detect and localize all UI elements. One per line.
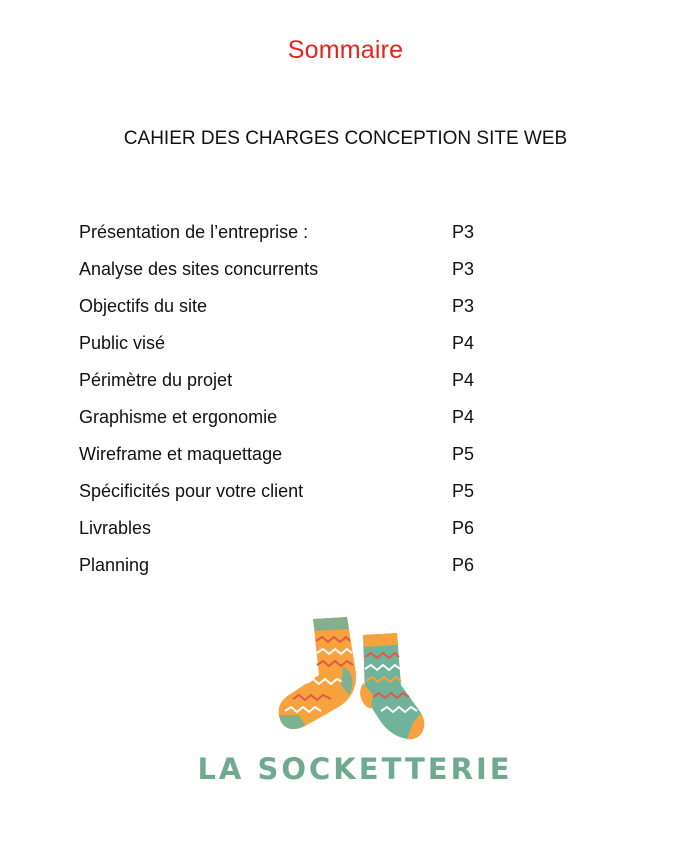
toc-item-page: P3 [452, 259, 475, 279]
document-subtitle: CAHIER DES CHARGES CONCEPTION SITE WEB [123, 128, 568, 149]
toc-item-label: Public visé [79, 333, 166, 353]
toc-item-label: Wireframe et maquettage [79, 444, 283, 464]
teal-sock-icon [360, 633, 425, 740]
toc-item: Wireframe et maquettage P5 [79, 440, 499, 477]
toc-item-page: P6 [452, 555, 475, 575]
table-of-contents: Présentation de l’entreprise : P3 Analys… [79, 218, 499, 588]
orange-sock-icon [278, 617, 357, 730]
toc-item-label: Livrables [79, 518, 152, 538]
toc-item-page: P4 [452, 407, 475, 427]
toc-item: Planning P6 [79, 551, 499, 588]
toc-item-page: P6 [452, 518, 475, 538]
toc-item-page: P4 [452, 333, 475, 353]
toc-item-page: P5 [452, 481, 475, 501]
toc-item-label: Objectifs du site [79, 296, 208, 316]
toc-item: Objectifs du site P3 [79, 292, 499, 329]
toc-item-page: P5 [452, 444, 475, 464]
toc-item-label: Périmètre du projet [79, 370, 233, 390]
toc-item-label: Analyse des sites concurrents [79, 259, 319, 279]
brand-name: LA SOCKETTERIE [197, 752, 513, 786]
document-page: Sommaire CAHIER DES CHARGES CONCEPTION S… [0, 0, 691, 858]
toc-item: Présentation de l’entreprise : P3 [79, 218, 499, 255]
toc-item-page: P4 [452, 370, 475, 390]
toc-item-page: P3 [452, 222, 475, 242]
toc-item-label: Planning [79, 555, 150, 575]
page-title: Sommaire [287, 36, 404, 64]
socks-icon [278, 617, 425, 740]
toc-item: Spécificités pour votre client P5 [79, 477, 499, 514]
toc-item: Analyse des sites concurrents P3 [79, 255, 499, 292]
toc-item: Livrables P6 [79, 514, 499, 551]
toc-item-label: Présentation de l’entreprise : [79, 222, 309, 242]
toc-item-label: Graphisme et ergonomie [79, 407, 278, 427]
toc-item: Public visé P4 [79, 329, 499, 366]
toc-item-label: Spécificités pour votre client [79, 481, 304, 501]
toc-item-page: P3 [452, 296, 475, 316]
toc-item: Graphisme et ergonomie P4 [79, 403, 499, 440]
toc-item: Périmètre du projet P4 [79, 366, 499, 403]
